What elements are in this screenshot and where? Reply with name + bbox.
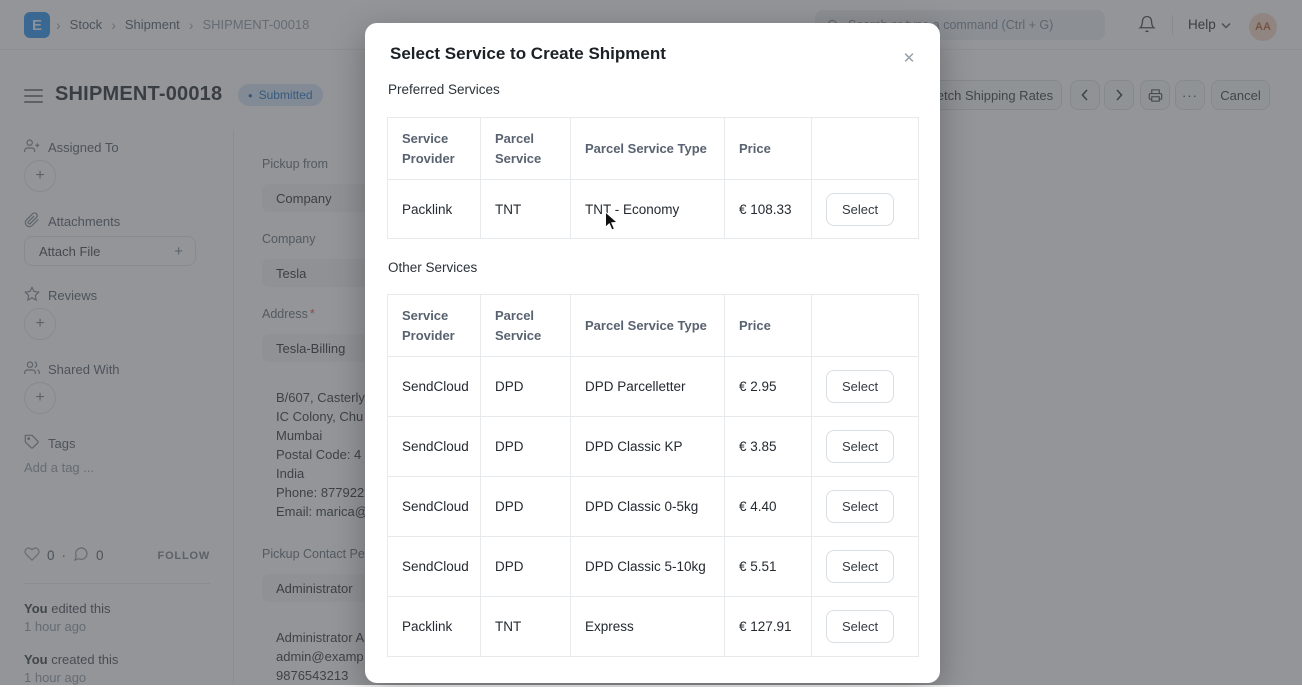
cell-price: € 108.33: [725, 180, 812, 239]
cell-type: TNT - Economy: [571, 180, 725, 239]
select-service-button[interactable]: Select: [826, 430, 894, 463]
select-service-button[interactable]: Select: [826, 370, 894, 403]
select-service-button[interactable]: Select: [826, 550, 894, 583]
cell-service: DPD: [481, 537, 571, 597]
cell-type: DPD Classic 0-5kg: [571, 477, 725, 537]
other-services-table: Service Provider Parcel Service Parcel S…: [387, 294, 919, 657]
col-actions: [812, 295, 919, 357]
table-row: Packlink TNT Express € 127.91 Select: [388, 597, 919, 657]
other-services-heading: Other Services: [387, 260, 918, 275]
cell-price: € 2.95: [725, 357, 812, 417]
select-service-button[interactable]: Select: [826, 193, 894, 226]
cell-provider: SendCloud: [388, 357, 481, 417]
select-service-dialog: Select Service to Create Shipment ✕ Pref…: [365, 23, 940, 683]
cell-action: Select: [812, 417, 919, 477]
cell-price: € 4.40: [725, 477, 812, 537]
cell-action: Select: [812, 477, 919, 537]
cell-service: DPD: [481, 417, 571, 477]
col-actions: [812, 118, 919, 180]
cell-type: DPD Parcelletter: [571, 357, 725, 417]
cell-provider: SendCloud: [388, 477, 481, 537]
select-service-button[interactable]: Select: [826, 610, 894, 643]
cell-service: TNT: [481, 597, 571, 657]
cell-provider: SendCloud: [388, 417, 481, 477]
cell-type: DPD Classic 5-10kg: [571, 537, 725, 597]
col-parcel-service-type: Parcel Service Type: [571, 118, 725, 180]
select-service-button[interactable]: Select: [826, 490, 894, 523]
col-parcel-service: Parcel Service: [481, 295, 571, 357]
col-price: Price: [725, 118, 812, 180]
cell-provider: Packlink: [388, 597, 481, 657]
col-service-provider: Service Provider: [388, 118, 481, 180]
cell-provider: Packlink: [388, 180, 481, 239]
table-row: SendCloud DPD DPD Classic KP € 3.85 Sele…: [388, 417, 919, 477]
cell-action: Select: [812, 180, 919, 239]
table-header-row: Service Provider Parcel Service Parcel S…: [388, 295, 919, 357]
cell-service: DPD: [481, 477, 571, 537]
col-parcel-service: Parcel Service: [481, 118, 571, 180]
table-row: SendCloud DPD DPD Classic 0-5kg € 4.40 S…: [388, 477, 919, 537]
cell-action: Select: [812, 537, 919, 597]
table-row: SendCloud DPD DPD Classic 5-10kg € 5.51 …: [388, 537, 919, 597]
cell-service: TNT: [481, 180, 571, 239]
cell-type: DPD Classic KP: [571, 417, 725, 477]
close-icon[interactable]: ✕: [896, 45, 922, 71]
cell-action: Select: [812, 357, 919, 417]
table-header-row: Service Provider Parcel Service Parcel S…: [388, 118, 919, 180]
table-row: SendCloud DPD DPD Parcelletter € 2.95 Se…: [388, 357, 919, 417]
dialog-title: Select Service to Create Shipment: [387, 44, 918, 64]
cell-price: € 3.85: [725, 417, 812, 477]
cell-action: Select: [812, 597, 919, 657]
cell-provider: SendCloud: [388, 537, 481, 597]
col-price: Price: [725, 295, 812, 357]
preferred-services-table: Service Provider Parcel Service Parcel S…: [387, 117, 919, 239]
preferred-services-heading: Preferred Services: [387, 82, 918, 97]
cell-price: € 127.91: [725, 597, 812, 657]
cell-type: Express: [571, 597, 725, 657]
cell-price: € 5.51: [725, 537, 812, 597]
col-parcel-service-type: Parcel Service Type: [571, 295, 725, 357]
table-row: Packlink TNT TNT - Economy € 108.33 Sele…: [388, 180, 919, 239]
col-service-provider: Service Provider: [388, 295, 481, 357]
cell-service: DPD: [481, 357, 571, 417]
mouse-cursor: [604, 211, 620, 233]
